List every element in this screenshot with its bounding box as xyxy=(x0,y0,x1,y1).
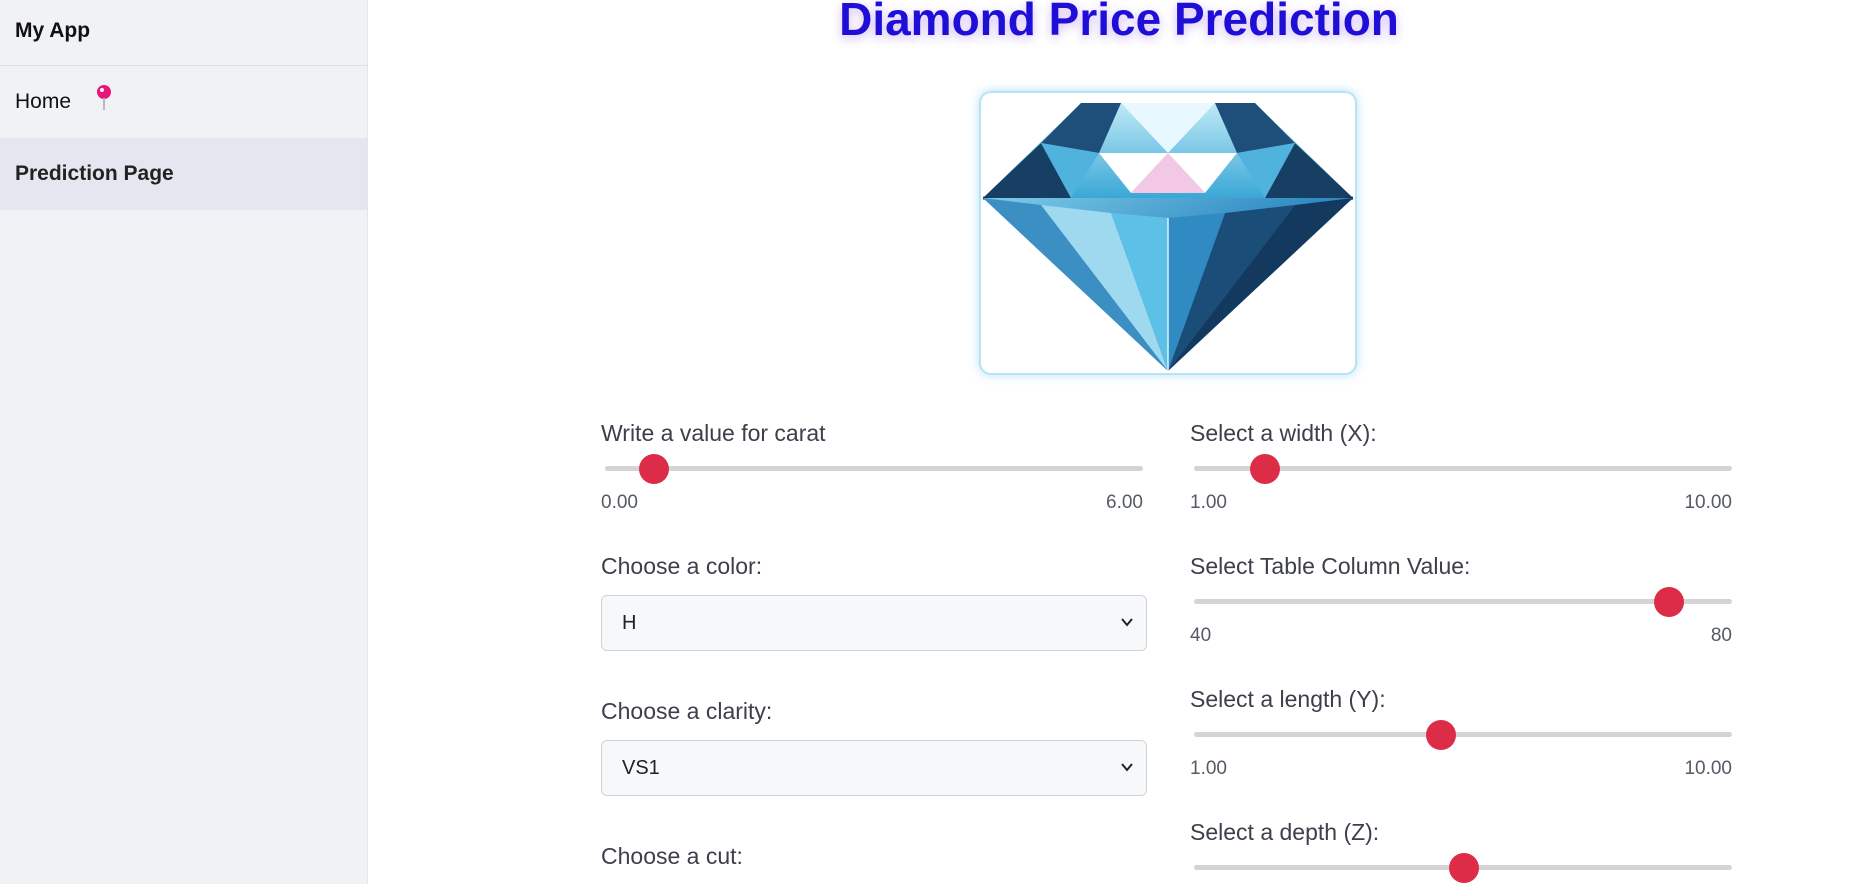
length-y-thumb[interactable] xyxy=(1426,720,1456,750)
width-x-thumb[interactable] xyxy=(1250,454,1280,484)
color-select-value: H xyxy=(622,612,637,634)
width-x-slider[interactable]: Select a width (X): 1.00 10.00 xyxy=(1190,420,1736,513)
depth-z-slider[interactable]: Select a depth (Z): xyxy=(1190,819,1736,884)
clarity-select-group: Choose a clarity: VS1 xyxy=(601,698,1147,796)
app-root: My App Home Prediction Page Diamond Pric… xyxy=(0,0,1869,884)
carat-track[interactable] xyxy=(605,466,1143,471)
depth-z-thumb[interactable] xyxy=(1449,853,1479,883)
length-y-track[interactable] xyxy=(1194,732,1732,737)
color-select[interactable]: H xyxy=(601,595,1147,651)
carat-thumb[interactable] xyxy=(639,454,669,484)
depth-z-label: Select a depth (Z): xyxy=(1190,819,1380,845)
sidebar: My App Home Prediction Page xyxy=(0,0,368,884)
clarity-select-value: VS1 xyxy=(622,757,660,779)
sidebar-item-prediction-page[interactable]: Prediction Page xyxy=(0,138,367,210)
width-x-max: 10.00 xyxy=(1684,492,1732,513)
carat-max: 6.00 xyxy=(1106,492,1143,513)
page-title: Diamond Price Prediction xyxy=(839,0,1399,45)
sidebar-item-home[interactable]: Home xyxy=(0,66,367,138)
table-thumb[interactable] xyxy=(1654,587,1684,617)
main-content: Diamond Price Prediction Write a value f… xyxy=(369,0,1869,884)
carat-slider[interactable]: Write a value for carat 0.00 6.00 xyxy=(601,420,1147,513)
clarity-label: Choose a clarity: xyxy=(601,698,773,724)
chevron-down-icon xyxy=(1121,618,1133,627)
width-x-label: Select a width (X): xyxy=(1190,420,1377,446)
clarity-select[interactable]: VS1 xyxy=(601,740,1147,796)
pushpin-icon xyxy=(95,85,112,113)
carat-label: Write a value for carat xyxy=(601,420,826,446)
chevron-down-icon xyxy=(1121,763,1133,772)
table-min: 40 xyxy=(1190,625,1212,646)
cut-label: Choose a cut: xyxy=(601,843,743,869)
table-slider[interactable]: Select Table Column Value: 40 80 xyxy=(1190,553,1736,646)
length-y-label: Select a length (Y): xyxy=(1190,686,1386,712)
width-x-min: 1.00 xyxy=(1190,492,1227,513)
table-track[interactable] xyxy=(1194,599,1732,604)
length-y-slider[interactable]: Select a length (Y): 1.00 10.00 xyxy=(1190,686,1736,779)
color-select-group: Choose a color: H xyxy=(601,553,1147,651)
sidebar-item-label: Home xyxy=(15,90,72,113)
length-y-min: 1.00 xyxy=(1190,758,1227,779)
table-max: 80 xyxy=(1710,625,1732,646)
table-label: Select Table Column Value: xyxy=(1190,553,1471,579)
diamond-icon xyxy=(982,103,1354,371)
cut-select-group: Choose a cut: xyxy=(601,843,1147,870)
length-y-max: 10.00 xyxy=(1684,758,1732,779)
diamond-image xyxy=(979,91,1357,375)
app-title: My App xyxy=(0,0,367,66)
carat-min: 0.00 xyxy=(601,492,638,513)
color-label: Choose a color: xyxy=(601,553,763,579)
sidebar-item-label: Prediction Page xyxy=(15,162,174,185)
